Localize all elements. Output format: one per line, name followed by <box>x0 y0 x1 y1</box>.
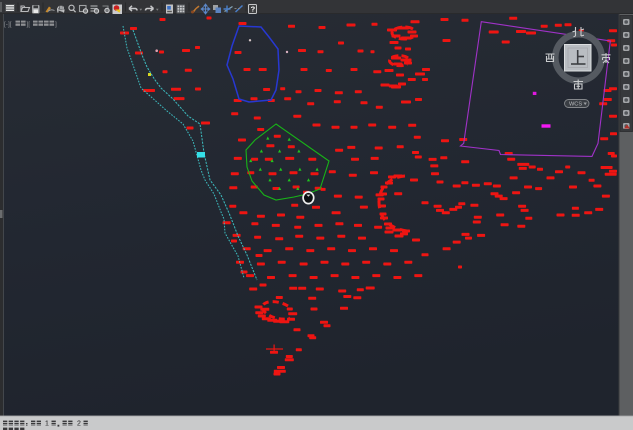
svg-text:[-][: [-][ <box>4 21 12 28</box>
svg-text:?: ? <box>251 5 256 14</box>
svg-text:2: 2 <box>77 421 81 428</box>
svg-text:][: ][ <box>27 21 31 28</box>
svg-text:]: ] <box>55 21 57 28</box>
svg-text:1: 1 <box>45 421 49 428</box>
svg-text:WCS: WCS <box>569 102 582 108</box>
